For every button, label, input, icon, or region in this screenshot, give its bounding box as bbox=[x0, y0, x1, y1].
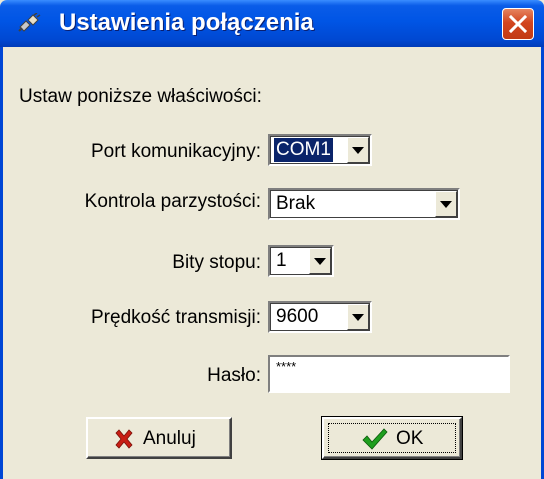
baud-select[interactable]: 9600 bbox=[268, 301, 372, 333]
parity-value: Brak bbox=[276, 193, 316, 214]
baud-label: Prędkość transmisji: bbox=[91, 307, 261, 328]
red-x-icon bbox=[114, 429, 134, 454]
close-icon bbox=[509, 15, 527, 33]
stop-bits-label: Bity stopu: bbox=[172, 252, 261, 273]
chevron-down-icon bbox=[440, 201, 452, 208]
port-dropdown-button[interactable] bbox=[347, 137, 369, 163]
intro-text: Ustaw poniższe właściwości: bbox=[19, 86, 262, 107]
port-value: COM1 bbox=[273, 137, 334, 163]
password-value: **** bbox=[276, 359, 297, 374]
baud-value: 9600 bbox=[276, 306, 319, 327]
parity-select[interactable]: Brak bbox=[268, 188, 460, 220]
cancel-button[interactable]: Anuluj bbox=[86, 417, 232, 459]
ok-focus-rect bbox=[328, 423, 456, 453]
password-field[interactable]: **** bbox=[268, 355, 510, 393]
ok-button[interactable]: OK bbox=[321, 416, 463, 460]
connection-settings-dialog: Ustawienia połączenia Ustaw poniższe wła… bbox=[0, 0, 544, 479]
parity-label: Kontrola parzystości: bbox=[84, 191, 261, 212]
plug-connection-icon bbox=[18, 12, 42, 33]
chevron-down-icon bbox=[352, 314, 364, 321]
title-bar[interactable]: Ustawienia połączenia bbox=[0, 0, 544, 47]
window-title: Ustawienia połączenia bbox=[59, 9, 314, 36]
stop-bits-value: 1 bbox=[276, 250, 287, 271]
window-frame-left bbox=[0, 47, 3, 479]
port-label: Port komunikacyjny: bbox=[90, 141, 261, 162]
stop-bits-select[interactable]: 1 bbox=[268, 245, 334, 277]
close-button[interactable] bbox=[502, 8, 534, 40]
stop-bits-dropdown-button[interactable] bbox=[309, 248, 331, 274]
ok-button-label: OK bbox=[396, 428, 424, 449]
chevron-down-icon bbox=[314, 258, 326, 265]
baud-dropdown-button[interactable] bbox=[347, 304, 369, 330]
cancel-button-label: Anuluj bbox=[143, 428, 196, 449]
chevron-down-icon bbox=[352, 147, 364, 154]
parity-dropdown-button[interactable] bbox=[435, 191, 457, 217]
password-label: Hasło: bbox=[207, 365, 261, 386]
port-select[interactable]: COM1 bbox=[268, 134, 372, 166]
green-check-icon bbox=[362, 428, 388, 455]
